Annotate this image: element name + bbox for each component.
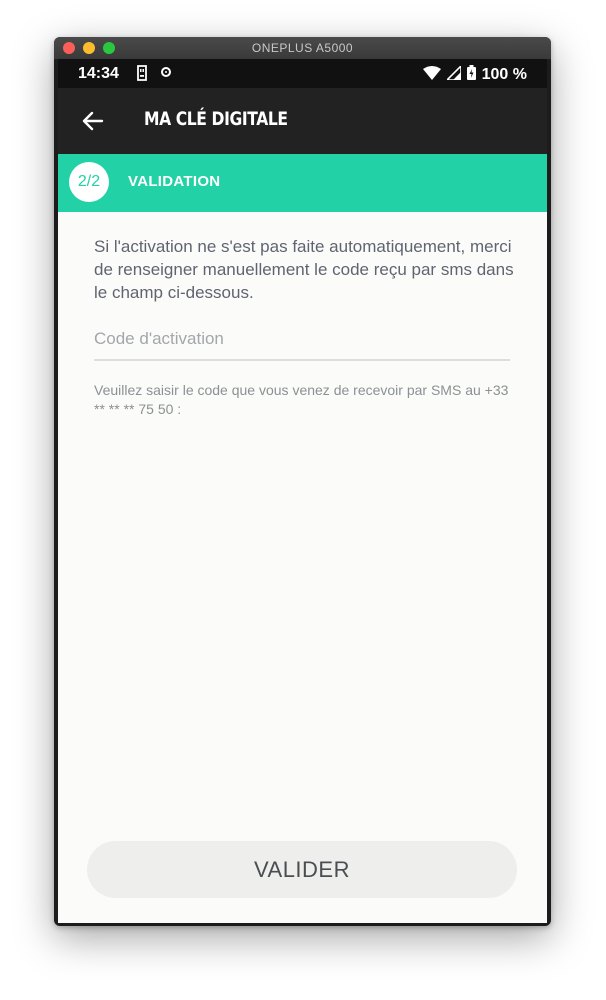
validate-button[interactable]: VALIDER	[87, 841, 517, 898]
step-title: VALIDATION	[128, 173, 221, 190]
record-icon	[161, 67, 171, 77]
instructions-text: Si l'activation ne s'est pas faite autom…	[94, 237, 514, 302]
status-bar: 14:34 100 %	[58, 59, 547, 88]
phone-screen: 14:34 100 % MA CLÉ DIGITALE 2/2 VALIDATI…	[58, 59, 547, 923]
activation-code-input[interactable]	[94, 319, 510, 361]
signal-icon	[444, 63, 462, 85]
back-arrow-icon[interactable]	[80, 108, 106, 134]
page-title: MA CLÉ DIGITALE	[144, 108, 288, 130]
window-title: ONEPLUS A5000	[251, 41, 354, 55]
step-header: 2/2 VALIDATION	[58, 154, 547, 212]
helper-text: Veuillez saisir le code que vous venez d…	[94, 382, 509, 417]
step-indicator: 2/2	[69, 162, 109, 202]
status-icons: 100 %	[422, 63, 527, 85]
window-titlebar: ONEPLUS A5000	[54, 37, 551, 60]
battery-percentage: 100 %	[481, 66, 527, 83]
status-time: 14:34	[78, 65, 119, 82]
sd-card-icon	[135, 65, 149, 86]
app-bar: MA CLÉ DIGITALE	[58, 88, 547, 154]
wifi-icon	[422, 65, 441, 85]
emulator-window: ONEPLUS A5000 14:34 100 % MA CLÉ DIGITAL…	[54, 37, 551, 926]
battery-icon	[466, 65, 476, 85]
